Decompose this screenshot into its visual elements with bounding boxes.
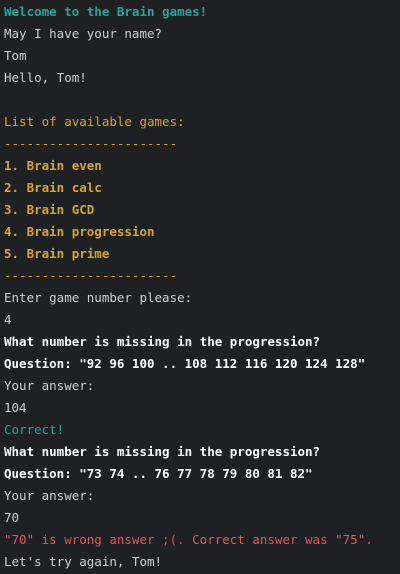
correct-message: Correct! [4,422,65,437]
answer-prompt: Your answer: [4,488,95,503]
separator-line: ----------------------- [4,136,178,151]
game-option-calc: 2. Brain calc [4,180,102,195]
game-option-even: 1. Brain even [4,158,102,173]
games-list-heading: List of available games: [4,114,185,129]
separator-line: ----------------------- [4,268,178,283]
user-name-input: Tom [4,48,27,63]
question-header: What number is missing in the progressio… [4,334,321,349]
answer-input: 70 [4,510,20,525]
question-text: Question: "92 96 100 .. 108 112 116 120 … [4,356,366,371]
try-again-message: Let's try again, Tom! [4,554,163,569]
wrong-answer-message: "70" is wrong answer ;(. Correct answer … [4,532,373,547]
question-text: Question: "73 74 .. 76 77 78 79 80 81 82… [4,466,313,481]
game-number-input: 4 [4,312,12,327]
game-option-gcd: 3. Brain GCD [4,202,95,217]
answer-input: 104 [4,400,27,415]
answer-prompt: Your answer: [4,378,95,393]
question-header: What number is missing in the progressio… [4,444,321,459]
welcome-message: Welcome to the Brain games! [4,4,208,19]
greeting-message: Hello, Tom! [4,70,87,85]
game-option-progression: 4. Brain progression [4,224,155,239]
name-prompt: May I have your name? [4,26,163,41]
terminal-output[interactable]: Welcome to the Brain games! May I have y… [0,0,400,574]
game-number-prompt: Enter game number please: [4,290,193,305]
game-option-prime: 5. Brain prime [4,246,110,261]
